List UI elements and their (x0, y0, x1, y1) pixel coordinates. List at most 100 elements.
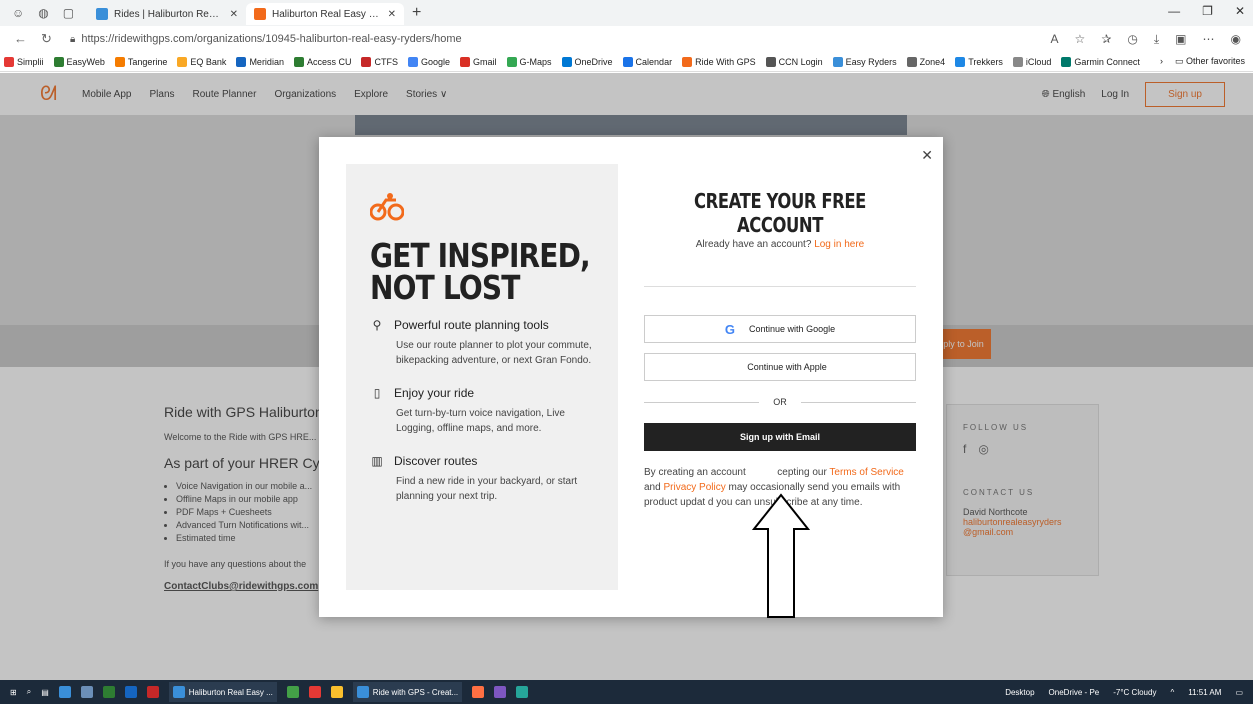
history-icon[interactable]: ◷ (1127, 32, 1137, 47)
whatsapp-icon[interactable] (516, 686, 529, 698)
tab-rides[interactable]: Rides | Haliburton Real Easy Ryde ✕ (88, 3, 246, 25)
search-icon[interactable]: ⌕ (27, 687, 31, 697)
privacy-policy-link[interactable]: Privacy Policy (663, 482, 725, 493)
continue-apple-button[interactable]: Continue with Apple (644, 353, 916, 381)
bookmark-label: CCN Login (778, 56, 823, 67)
tab-actions-icon[interactable]: ▢ (63, 6, 74, 20)
bookmark-item[interactable]: EasyWeb (53, 56, 105, 67)
bookmark-favicon-icon (114, 56, 125, 67)
bookmark-item[interactable]: G-Maps (506, 56, 552, 67)
task-view-icon[interactable]: ▤ (41, 688, 49, 697)
onedrive-toolbar[interactable]: OneDrive - Pe (1049, 688, 1100, 697)
taskbar-app-ridewithgps[interactable]: Ride with GPS - Creat... (352, 682, 463, 702)
profile-icon[interactable]: ☺ (12, 6, 24, 20)
bookmark-item[interactable]: CCN Login (765, 56, 823, 67)
file-explorer-icon[interactable] (80, 686, 93, 698)
close-window-icon[interactable]: ✕ (1235, 4, 1245, 18)
bookmark-item[interactable]: iCloud (1012, 56, 1051, 67)
login-here-link[interactable]: Log in here (814, 239, 864, 250)
bookmark-item[interactable]: Ride With GPS (682, 56, 756, 67)
bookmarks-overflow: › ▭ Other favorites (1160, 56, 1253, 67)
notifications-icon[interactable]: ▭ (1235, 688, 1243, 697)
app-icon[interactable] (472, 686, 485, 698)
google-label: Continue with Google (749, 324, 836, 334)
bookmark-item[interactable]: Google (407, 56, 450, 67)
weather-widget[interactable]: -7°C Cloudy (1113, 688, 1156, 697)
other-favorites[interactable]: ▭ Other favorites (1175, 56, 1245, 67)
system-tray: Desktop OneDrive - Pe -7°C Cloudy ^ 11:5… (1005, 688, 1253, 697)
refresh-icon[interactable]: ↻ (41, 31, 52, 47)
feature-desc: Use our route planner to plot your commu… (396, 340, 592, 366)
edge-icon[interactable] (58, 686, 71, 698)
read-aloud-icon[interactable]: A (1051, 32, 1059, 47)
restore-icon[interactable]: ❐ (1202, 4, 1213, 18)
or-label: OR (773, 397, 787, 407)
more-icon[interactable]: ⋯ (1203, 32, 1215, 47)
bookmark-item[interactable]: Simplii (4, 56, 44, 67)
bookmark-item[interactable]: EQ Bank (177, 56, 226, 67)
bookmark-favicon-icon (561, 56, 572, 67)
signup-email-button[interactable]: Sign up with Email (644, 423, 916, 451)
bookmark-label: EasyWeb (66, 56, 105, 67)
windows-taskbar: ⊞ ⌕ ▤ Haliburton Real Easy ... Ride with… (0, 680, 1253, 704)
desktop-toolbar[interactable]: Desktop (1005, 688, 1034, 697)
minimize-icon[interactable]: — (1168, 4, 1180, 18)
bookmark-item[interactable]: Easy Ryders (832, 56, 897, 67)
nav-buttons: ← ↻ (0, 31, 70, 47)
bookmark-item[interactable]: CTFS (361, 56, 398, 67)
copilot-icon[interactable]: ◉ (1231, 32, 1241, 47)
bookmark-item[interactable]: Garmin Connect (1061, 56, 1140, 67)
bookmark-favicon-icon (177, 56, 188, 67)
bookmark-item[interactable]: Trekkers (955, 56, 1003, 67)
close-tab-icon[interactable]: ✕ (388, 9, 396, 20)
back-icon[interactable]: ← (14, 31, 27, 47)
new-tab-icon[interactable]: + (404, 4, 429, 22)
word-icon[interactable] (124, 686, 137, 698)
taskbar-app-haliburton[interactable]: Haliburton Real Easy ... (168, 682, 277, 702)
address-bar[interactable]: 🔒︎ https://ridewithgps.com/organizations… (70, 33, 1051, 45)
bookmark-label: CTFS (374, 56, 398, 67)
modal-signup-panel: CREATE YOUR FREE ACCOUNT Already have an… (644, 189, 916, 510)
chrome-icon[interactable] (330, 686, 343, 698)
terms-mid: cepting our (777, 467, 827, 478)
tab-haliburton[interactable]: Haliburton Real Easy Ryders - Cyc ✕ (246, 3, 404, 25)
bookmark-item[interactable]: Tangerine (114, 56, 167, 67)
windows-start-icon[interactable]: ⊞ (10, 688, 17, 697)
bookmark-favicon-icon (622, 56, 633, 67)
favorites-icon[interactable]: ✰ (1101, 32, 1111, 47)
bookmark-item[interactable]: Gmail (460, 56, 497, 67)
download-icon[interactable]: ⤓ (1154, 32, 1159, 47)
bookmark-item[interactable]: Access CU (293, 56, 351, 67)
app-icon[interactable] (308, 686, 321, 698)
bookmark-favicon-icon (1012, 56, 1023, 67)
cyclist-logo-icon (369, 192, 594, 230)
feature-desc: Get turn-by-turn voice navigation, Live … (396, 408, 565, 434)
bookmark-item[interactable]: Zone4 (906, 56, 945, 67)
bookmark-favicon-icon (53, 56, 64, 67)
browser-tab-actions: ☺ ◍ ▢ (0, 6, 88, 20)
workspaces-icon[interactable]: ◍ (38, 6, 48, 20)
tray-chevron-icon[interactable]: ^ (1170, 688, 1174, 697)
bookmark-favicon-icon (293, 56, 304, 67)
collections-icon[interactable]: ▣ (1175, 32, 1186, 47)
bookmark-item[interactable]: Calendar (622, 56, 672, 67)
excel-icon[interactable] (102, 686, 115, 698)
bookmark-label: Gmail (473, 56, 497, 67)
bookmark-item[interactable]: OneDrive (561, 56, 613, 67)
close-icon[interactable]: ✕ (921, 147, 933, 164)
phone-icon: ▯ (373, 386, 381, 400)
app-icon[interactable] (286, 686, 299, 698)
app-icon[interactable] (146, 686, 159, 698)
bookmark-label: Garmin Connect (1074, 56, 1140, 67)
divider (644, 286, 916, 287)
clock[interactable]: 11:51 AM (1188, 688, 1221, 697)
bookmark-item[interactable]: Meridian (236, 56, 284, 67)
close-tab-icon[interactable]: ✕ (230, 9, 238, 20)
chevron-right-icon[interactable]: › (1160, 56, 1163, 67)
app-icon[interactable] (494, 686, 507, 698)
bookmark-label: Easy Ryders (845, 56, 897, 67)
bookmark-favicon-icon (832, 56, 843, 67)
continue-google-button[interactable]: G Continue with Google (644, 315, 916, 343)
terms-of-service-link[interactable]: Terms of Service (829, 467, 903, 478)
favorite-star-icon[interactable]: ☆ (1075, 32, 1086, 47)
